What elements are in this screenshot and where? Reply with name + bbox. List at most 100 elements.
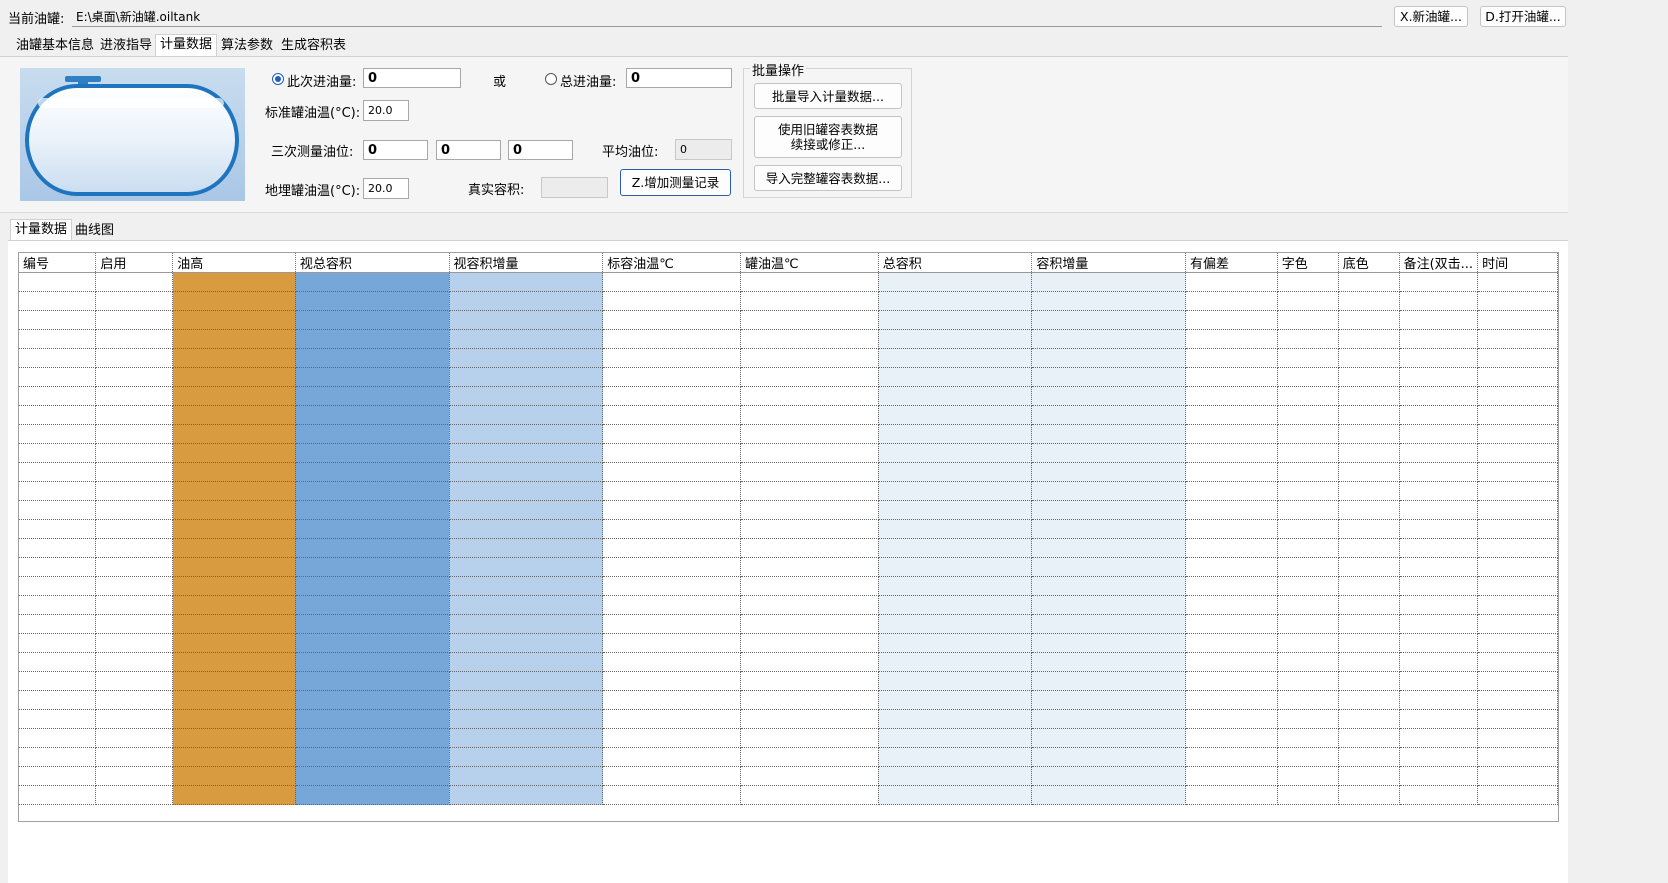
table-cell[interactable]	[1399, 329, 1479, 349]
table-cell[interactable]	[1277, 595, 1339, 615]
table-cell[interactable]	[740, 633, 879, 653]
table-cell[interactable]	[1277, 766, 1339, 786]
table-cell[interactable]	[1031, 367, 1186, 387]
table-row[interactable]	[19, 538, 1558, 558]
table-cell[interactable]	[1185, 671, 1278, 691]
table-cell[interactable]	[449, 272, 604, 292]
table-cell[interactable]	[878, 557, 1033, 577]
table-cell[interactable]	[1477, 633, 1558, 653]
table-cell[interactable]	[1185, 766, 1278, 786]
table-cell[interactable]	[878, 367, 1033, 387]
table-cell[interactable]	[602, 272, 741, 292]
table-cell[interactable]	[1399, 538, 1479, 558]
table-row[interactable]	[19, 500, 1558, 520]
table-cell[interactable]	[172, 766, 296, 786]
table-cell[interactable]	[449, 405, 604, 425]
table-cell[interactable]	[1338, 329, 1400, 349]
table-cell[interactable]	[602, 481, 741, 501]
table-cell[interactable]	[1399, 595, 1479, 615]
level1-input[interactable]	[363, 140, 428, 160]
table-cell[interactable]	[1277, 348, 1339, 368]
table-cell[interactable]	[1477, 519, 1558, 539]
table-cell[interactable]	[449, 424, 604, 444]
table-cell[interactable]	[172, 671, 296, 691]
column-header[interactable]: 总容积	[878, 253, 1033, 273]
column-header[interactable]: 有偏差	[1185, 253, 1278, 273]
table-cell[interactable]	[19, 310, 97, 330]
table-cell[interactable]	[172, 500, 296, 520]
table-cell[interactable]	[878, 329, 1033, 349]
table-cell[interactable]	[602, 443, 741, 463]
table-cell[interactable]	[295, 348, 450, 368]
table-cell[interactable]	[295, 747, 450, 767]
table-cell[interactable]	[95, 728, 174, 748]
table-cell[interactable]	[1185, 785, 1278, 805]
table-cell[interactable]	[95, 538, 174, 558]
table-cell[interactable]	[1399, 690, 1479, 710]
column-header[interactable]: 视总容积	[295, 253, 450, 273]
table-row[interactable]	[19, 766, 1558, 786]
table-cell[interactable]	[1399, 709, 1479, 729]
table-cell[interactable]	[295, 595, 450, 615]
table-cell[interactable]	[449, 595, 604, 615]
table-cell[interactable]	[1185, 329, 1278, 349]
table-cell[interactable]	[602, 709, 741, 729]
table-cell[interactable]	[95, 709, 174, 729]
table-cell[interactable]	[1185, 272, 1278, 292]
level2-input[interactable]	[436, 140, 501, 160]
batch-import-button[interactable]: 批量导入计量数据...	[754, 83, 902, 109]
table-cell[interactable]	[1185, 595, 1278, 615]
table-cell[interactable]	[1477, 785, 1558, 805]
table-cell[interactable]	[1277, 405, 1339, 425]
table-cell[interactable]	[95, 690, 174, 710]
table-cell[interactable]	[449, 538, 604, 558]
table-cell[interactable]	[1338, 443, 1400, 463]
table-cell[interactable]	[19, 424, 97, 444]
table-cell[interactable]	[1477, 386, 1558, 406]
table-cell[interactable]	[1338, 728, 1400, 748]
table-cell[interactable]	[1477, 728, 1558, 748]
table-cell[interactable]	[1031, 690, 1186, 710]
table-row[interactable]	[19, 329, 1558, 349]
table-cell[interactable]	[95, 424, 174, 444]
table-cell[interactable]	[1338, 310, 1400, 330]
table-cell[interactable]	[1185, 652, 1278, 672]
table-cell[interactable]	[878, 519, 1033, 539]
table-cell[interactable]	[1338, 709, 1400, 729]
table-cell[interactable]	[19, 595, 97, 615]
table-cell[interactable]	[1477, 709, 1558, 729]
table-cell[interactable]	[95, 291, 174, 311]
table-cell[interactable]	[878, 538, 1033, 558]
table-cell[interactable]	[1338, 785, 1400, 805]
table-cell[interactable]	[172, 519, 296, 539]
table-cell[interactable]	[295, 481, 450, 501]
table-cell[interactable]	[95, 500, 174, 520]
table-cell[interactable]	[1031, 614, 1186, 634]
table-cell[interactable]	[1277, 367, 1339, 387]
table-cell[interactable]	[878, 633, 1033, 653]
table-cell[interactable]	[1031, 443, 1186, 463]
table-cell[interactable]	[449, 671, 604, 691]
table-cell[interactable]	[172, 386, 296, 406]
table-cell[interactable]	[1399, 367, 1479, 387]
table-cell[interactable]	[449, 747, 604, 767]
table-cell[interactable]	[1185, 728, 1278, 748]
table-cell[interactable]	[19, 538, 97, 558]
table-cell[interactable]	[1277, 633, 1339, 653]
std-temp-input[interactable]	[363, 100, 409, 121]
table-cell[interactable]	[19, 747, 97, 767]
table-row[interactable]	[19, 671, 1558, 691]
table-row[interactable]	[19, 462, 1558, 482]
table-cell[interactable]	[1185, 690, 1278, 710]
table-cell[interactable]	[1031, 557, 1186, 577]
table-cell[interactable]	[1185, 557, 1278, 577]
table-cell[interactable]	[1277, 728, 1339, 748]
table-cell[interactable]	[878, 500, 1033, 520]
table-row[interactable]	[19, 386, 1558, 406]
table-cell[interactable]	[172, 614, 296, 634]
table-cell[interactable]	[95, 462, 174, 482]
table-cell[interactable]	[95, 671, 174, 691]
column-header[interactable]: 底色	[1338, 253, 1400, 273]
table-cell[interactable]	[95, 272, 174, 292]
column-header[interactable]: 字色	[1277, 253, 1339, 273]
